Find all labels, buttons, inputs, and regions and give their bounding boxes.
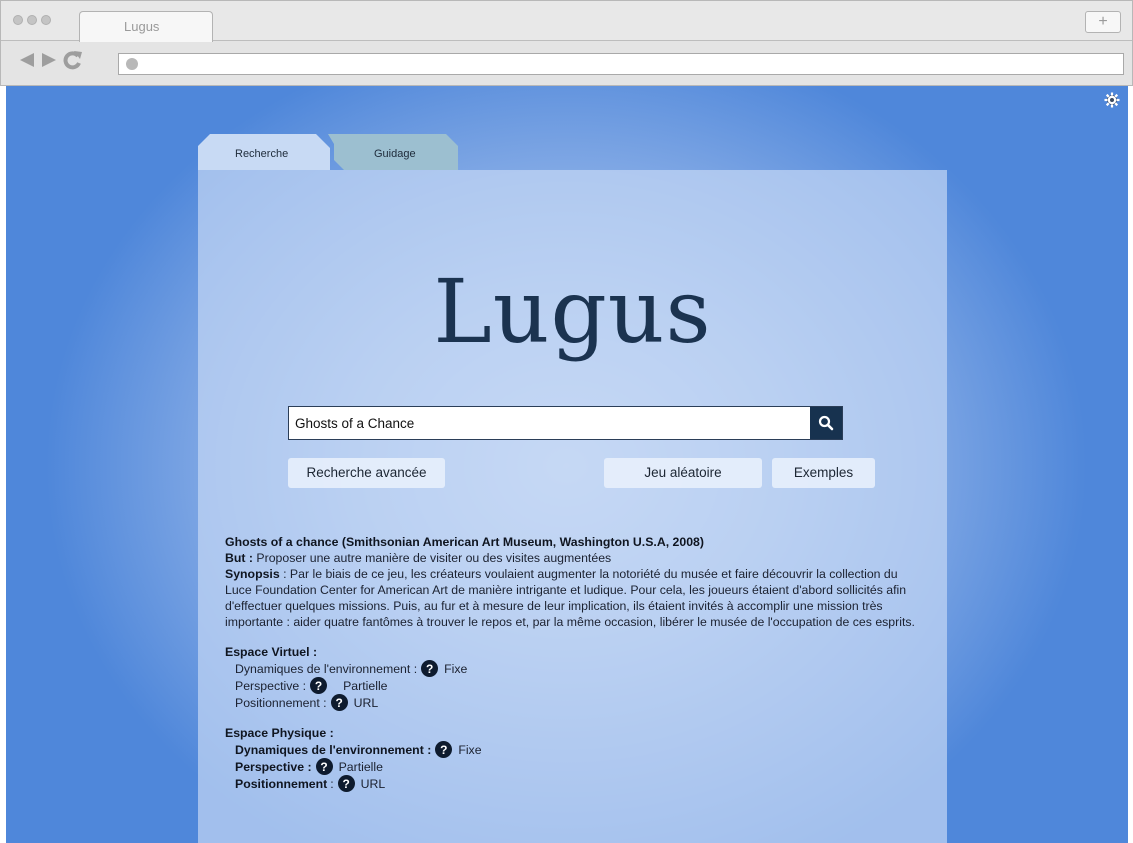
goal-line: But : Proposer une autre manière de visi…: [225, 550, 925, 566]
search-icon: [818, 415, 834, 431]
physical-dynamics-row: Dynamiques de l'environnement : ? Fixe: [225, 741, 925, 758]
browser-tab-title: Lugus: [124, 19, 160, 34]
search-input[interactable]: [289, 407, 809, 439]
physical-positioning-separator: :: [330, 776, 334, 791]
search-button[interactable]: [810, 407, 842, 439]
window-minimize-dot[interactable]: [27, 15, 37, 25]
tab-guidage[interactable]: Guidage: [328, 134, 458, 170]
virtual-perspective-value: Partielle: [343, 678, 388, 693]
goal-label: But :: [225, 551, 253, 565]
search-panel: Lugus Recherche avancée Jeu aléatoire Ex…: [198, 170, 947, 843]
help-icon[interactable]: ?: [435, 741, 453, 758]
help-icon[interactable]: ?: [310, 677, 328, 694]
physical-perspective-row: Perspective : ? Partielle: [225, 758, 925, 775]
physical-perspective-value: Partielle: [338, 759, 383, 774]
browser-tab[interactable]: Lugus: [79, 11, 213, 42]
synopsis-label: Synopsis: [225, 567, 280, 581]
goal-text: Proposer une autre manière de visiter ou…: [256, 551, 612, 565]
new-tab-plus: +: [1098, 13, 1108, 30]
physical-positioning-value: URL: [360, 776, 386, 791]
random-game-button[interactable]: Jeu aléatoire: [604, 458, 762, 488]
site-info-icon[interactable]: [126, 58, 138, 70]
physical-space-heading: Espace Physique :: [225, 726, 334, 740]
physical-dynamics-label: Dynamiques de l'environnement :: [235, 742, 432, 757]
back-arrow-icon[interactable]: [19, 52, 35, 68]
virtual-space-heading: Espace Virtuel :: [225, 645, 318, 659]
page-viewport: Recherche Guidage Lugus Recherche avancé…: [6, 86, 1128, 843]
window-close-dot[interactable]: [13, 15, 23, 25]
virtual-dynamics-value: Fixe: [444, 661, 468, 676]
physical-perspective-label: Perspective :: [235, 759, 312, 774]
help-icon[interactable]: ?: [421, 660, 439, 677]
virtual-dynamics-row: Dynamiques de l'environnement : ? Fixe: [225, 660, 925, 677]
navigation-bar: [1, 42, 1132, 86]
game-title: Ghosts of a chance (Smithsonian American…: [225, 535, 704, 549]
examples-button[interactable]: Exemples: [772, 458, 875, 488]
title-bar: Lugus +: [1, 1, 1132, 42]
virtual-positioning-value: URL: [353, 695, 379, 710]
site-logo: Lugus: [433, 260, 712, 363]
nav-buttons: [19, 50, 83, 70]
physical-positioning-row: Positionnement : ? URL: [225, 775, 925, 792]
browser-chrome: Lugus +: [0, 0, 1133, 86]
tab-recherche-label: Recherche: [235, 148, 289, 160]
virtual-perspective-label: Perspective :: [235, 678, 307, 693]
physical-positioning-label: Positionnement: [235, 776, 328, 791]
virtual-positioning-label: Positionnement :: [235, 695, 327, 710]
advanced-search-button[interactable]: Recherche avancée: [288, 458, 445, 488]
forward-arrow-icon[interactable]: [41, 52, 57, 68]
synopsis-paragraph: Synopsis : Par le biais de ce jeu, les c…: [225, 566, 925, 630]
virtual-perspective-row: Perspective : ? Partielle: [225, 677, 925, 694]
virtual-dynamics-label: Dynamiques de l'environnement :: [235, 661, 418, 676]
new-tab-button[interactable]: +: [1085, 11, 1121, 33]
tab-guidage-label: Guidage: [374, 148, 416, 160]
help-icon[interactable]: ?: [337, 775, 355, 792]
settings-gear-icon[interactable]: [1104, 92, 1120, 108]
help-icon[interactable]: ?: [330, 694, 348, 711]
reload-icon[interactable]: [63, 50, 83, 70]
synopsis-text: : Par le biais de ce jeu, les créateurs …: [225, 567, 915, 629]
window-controls: [13, 15, 51, 25]
address-bar[interactable]: [118, 53, 1124, 75]
physical-dynamics-value: Fixe: [458, 742, 482, 757]
help-icon[interactable]: ?: [315, 758, 333, 775]
virtual-positioning-row: Positionnement : ? URL: [225, 694, 925, 711]
game-description: Ghosts of a chance (Smithsonian American…: [225, 534, 925, 792]
search-box: [288, 406, 843, 440]
window-zoom-dot[interactable]: [41, 15, 51, 25]
tab-recherche[interactable]: Recherche: [198, 134, 330, 170]
